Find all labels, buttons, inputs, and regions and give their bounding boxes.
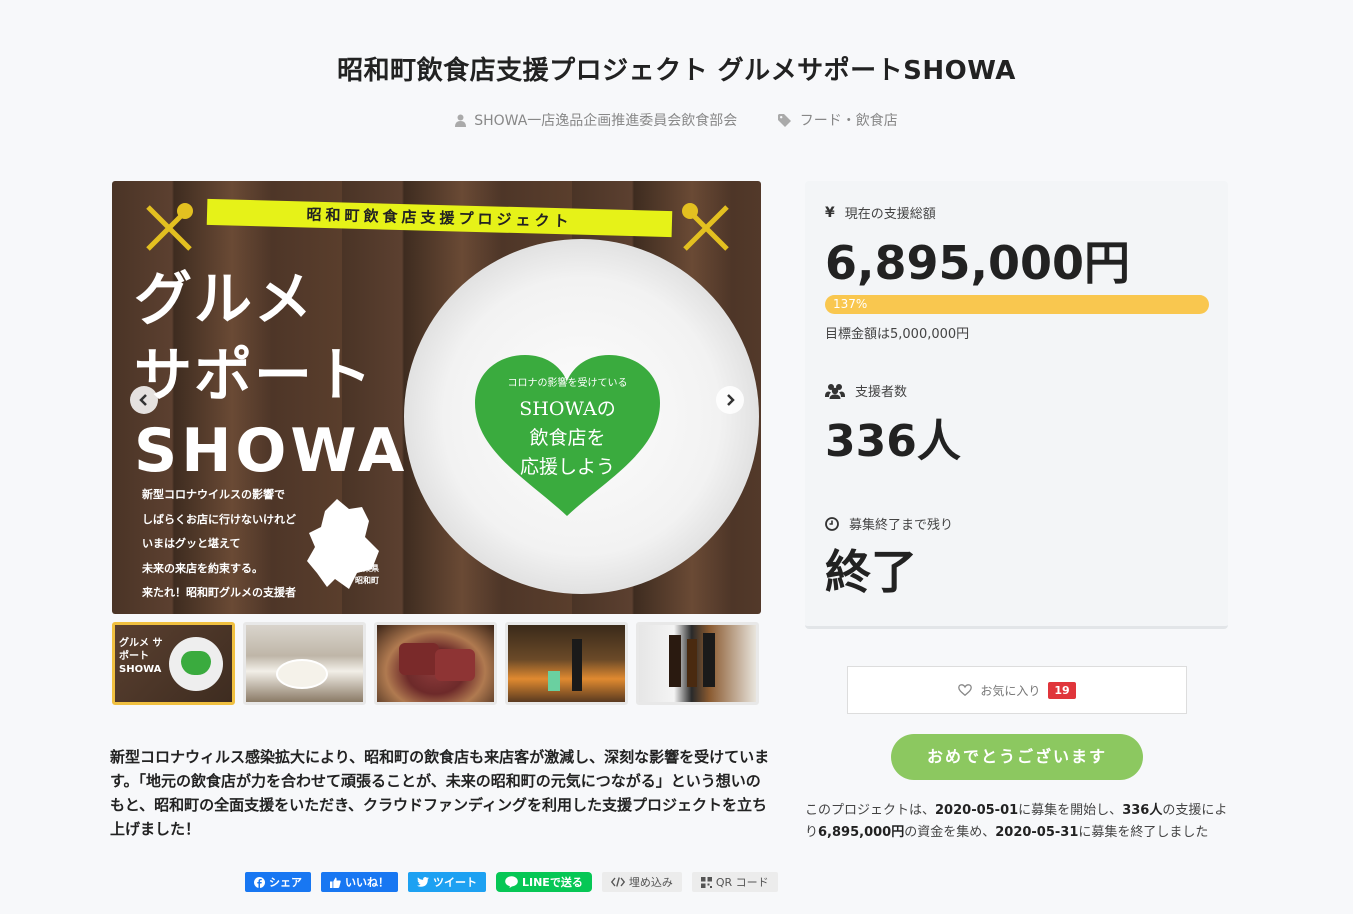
funding-progress-bar: 137% [825, 295, 1209, 314]
goal-amount: 目標金額は5,000,000円 [825, 327, 970, 342]
yen-icon: ¥ [825, 204, 835, 221]
thumbnail-4-glass [548, 671, 560, 691]
backers-label: 支援者数 [855, 385, 908, 400]
heart-message-line3: 応援しよう [519, 456, 615, 478]
funded-amount: 6,895,000円 [825, 236, 1130, 290]
hero-subtext-line: いまはグッと堪えて [142, 537, 241, 550]
fork-knife-icon-left [146, 203, 193, 251]
qr-code-icon [700, 876, 712, 888]
thumbnail-5[interactable] [636, 622, 759, 705]
twitter-bird-icon [417, 877, 429, 887]
thumbnail-5-bottle-3 [703, 633, 715, 687]
embed-label: 埋め込み [628, 876, 673, 889]
thumbnail-3-meat-2 [435, 649, 475, 681]
owner-name: SHOWA一店逸品企画推進委員会飲食部会 [474, 113, 738, 129]
summary-text: の資金を集め、 [904, 825, 996, 840]
thumbnail-1-text: グルメ サポート SHOWA [119, 638, 163, 675]
facebook-share-label: シェア [269, 876, 302, 889]
qr-code-button[interactable]: QR コード [691, 872, 778, 892]
hero-subtext-line: しばらくお店に行けないけれど [142, 512, 296, 526]
chevron-left-icon [139, 394, 147, 406]
fork-knife-icon-right [682, 203, 729, 251]
project-description: 新型コロナウィルス感染拡大により、昭和町の飲食店も来店客が激減し、深刻な影響を受… [110, 748, 770, 838]
summary-text: に募集を終了しました [1078, 825, 1209, 840]
category-link[interactable]: フード・飲食店 [777, 110, 898, 130]
hero-headline-line1: グルメ [134, 265, 315, 333]
facebook-like-button[interactable]: いいね！ [321, 872, 398, 892]
line-share-label: LINEで送る [522, 876, 583, 889]
summary-start-date: 2020-05-01 [935, 803, 1019, 818]
thumbnail-3[interactable] [374, 622, 497, 705]
facebook-like-label: いいね！ [345, 876, 389, 889]
hero-headline-line2: サポート [134, 341, 375, 409]
congratulations-button[interactable]: おめでとうございます [891, 734, 1143, 780]
hero-subtext-line: 未来の来店を約束する。 [142, 561, 263, 575]
thumbnail-4[interactable] [505, 622, 628, 705]
embed-button[interactable]: 埋め込み [601, 872, 682, 892]
heart-message: コロナの影響を受けている SHOWAの 飲食店を 応援しよう [470, 374, 665, 482]
facebook-icon [254, 876, 265, 888]
hero-banner: 昭和町飲食店支援プロジェクト [206, 198, 673, 238]
funding-stats-panel: ¥ 現在の支援総額 6,895,000円 137% 目標金額は5,000,000… [805, 181, 1228, 629]
thumbs-up-icon [330, 877, 341, 888]
map-label: 山梨県 昭和町 [355, 564, 379, 585]
line-share-button[interactable]: LINEで送る [496, 872, 592, 892]
favorite-label: お気に入り [980, 683, 1041, 698]
heart-outline-icon [958, 684, 973, 696]
project-summary: このプロジェクトは、2020-05-01に募集を開始し、336人の支援により6,… [805, 800, 1235, 844]
hero-headline-line3: SHOWA [134, 416, 409, 486]
twitter-share-button[interactable]: ツイート [408, 872, 486, 892]
hero-subtext-line: 新型コロナウイルスの影響で [142, 488, 285, 501]
remaining-label: 募集終了まで残り [849, 518, 954, 533]
summary-amount: 6,895,000円 [818, 825, 905, 840]
thumbnail-2[interactable] [243, 622, 366, 705]
tag-icon [777, 113, 791, 127]
thumbnail-5-bottle-1 [669, 635, 681, 687]
hero-subtext-line: 来たれ！昭和町グルメの支援者 [142, 586, 296, 599]
favorite-count-badge: 19 [1048, 681, 1076, 699]
thumbnail-strip: グルメ サポート SHOWA [112, 622, 759, 705]
code-icon [610, 877, 625, 887]
summary-backers: 336人 [1122, 803, 1163, 818]
carousel-prev-button[interactable] [130, 386, 158, 414]
main-image-carousel[interactable]: 昭和町飲食店支援プロジェクト グルメ サポート SHOWA 新型コロナウイルスの… [112, 181, 761, 614]
project-title: 昭和町飲食店支援プロジェクト グルメサポートSHOWA [337, 56, 1016, 86]
thumbnail-2-dish [276, 659, 328, 689]
thumbnail-5-bottle-2 [687, 639, 697, 687]
progress-percent: 137% [833, 297, 868, 311]
thumbnail-1-heart [181, 651, 211, 675]
summary-end-date: 2020-05-31 [995, 825, 1079, 840]
summary-text: に募集を開始し、 [1018, 803, 1123, 818]
share-bar: シェア いいね！ ツイート LINEで送る 埋め込み QR コード [245, 872, 778, 892]
hero-subtext: 新型コロナウイルスの影響で しばらくお店に行けないけれど いまはグッと堪えて 未… [142, 483, 296, 606]
twitter-share-label: ツイート [433, 876, 477, 889]
summary-text: このプロジェクトは、 [805, 803, 936, 818]
facebook-share-button[interactable]: シェア [245, 872, 311, 892]
thumbnail-4-bottle [572, 639, 582, 691]
category-name: フード・飲食店 [799, 113, 898, 129]
hero-headline: グルメ サポート SHOWA [134, 261, 408, 489]
project-meta: SHOWA一店逸品企画推進委員会飲食部会 フード・飲食店 [0, 110, 1353, 131]
thumbnail-1[interactable]: グルメ サポート SHOWA [112, 622, 235, 705]
user-icon [455, 114, 467, 127]
heart-message-small: コロナの影響を受けている [507, 378, 628, 389]
carousel-next-button[interactable] [716, 386, 744, 414]
remaining-value: 終了 [825, 545, 917, 599]
funded-label-row: ¥ 現在の支援総額 [825, 203, 936, 223]
heart-message-line2: 飲食店を [529, 427, 606, 449]
line-icon [505, 876, 518, 888]
chevron-right-icon [727, 394, 735, 406]
qr-code-label: QR コード [715, 876, 769, 889]
users-icon [825, 383, 845, 399]
thumbnail-3-meat [399, 643, 439, 675]
favorite-button[interactable]: お気に入り 19 [847, 666, 1187, 714]
funded-label: 現在の支援総額 [844, 207, 936, 222]
backers-label-row: 支援者数 [825, 381, 907, 400]
clock-icon [825, 516, 839, 531]
owner-link[interactable]: SHOWA一店逸品企画推進委員会飲食部会 [455, 110, 737, 130]
heart-message-line1: SHOWAの [519, 398, 616, 420]
backers-count: 336人 [825, 416, 961, 467]
remaining-label-row: 募集終了まで残り [825, 514, 953, 533]
